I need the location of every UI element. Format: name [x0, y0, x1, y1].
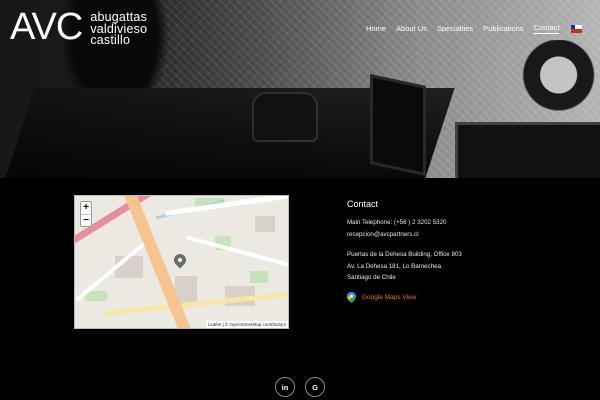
zoom-in-button[interactable]: + [81, 202, 91, 214]
google-icon[interactable]: G [305, 377, 325, 397]
logo-line: castillo [90, 33, 131, 47]
zoom-out-button[interactable]: − [81, 214, 91, 226]
location-map[interactable]: + − Leaflet | © OpenStreetMap contributo… [74, 195, 289, 329]
google-maps-link[interactable]: Google Maps View [347, 291, 587, 303]
logo-mark: AVC [10, 6, 83, 48]
contact-section: Contact Main Telephone: (+56 ) 2 3202 53… [347, 199, 587, 303]
contact-title: Contact [347, 199, 379, 209]
site-logo[interactable]: AVC abugattas valdivieso castillo [10, 6, 147, 48]
address-line: Santiago de Chile [347, 274, 396, 281]
social-links: in G [0, 377, 600, 397]
contact-email[interactable]: recepcion@avcpartners.cl [347, 229, 587, 241]
google-maps-label: Google Maps View [362, 293, 417, 301]
nav-publications[interactable]: Publications [483, 24, 523, 33]
nav-specialties[interactable]: Specialties [437, 24, 473, 33]
map-pin-icon [347, 291, 356, 303]
map-marker-icon[interactable] [171, 251, 189, 269]
address-line: Av. La Dehesa 181, Lo Barnechea [347, 262, 442, 270]
logo-wordmark: abugattas valdivieso castillo [90, 11, 147, 47]
address-line: Puertas de la Dehesa Building, Office 80… [347, 251, 462, 258]
main-nav: Home About Us Specialties Publications C… [366, 23, 583, 34]
linkedin-icon[interactable]: in [275, 377, 295, 397]
contact-phone: Main Telephone: (+56 ) 2 3202 5320 [347, 219, 447, 226]
nav-home[interactable]: Home [366, 24, 386, 33]
nav-contact[interactable]: Contact [533, 23, 560, 34]
chile-flag-icon[interactable] [571, 24, 583, 33]
map-zoom-control: + − [80, 201, 92, 227]
nav-about-us[interactable]: About Us [396, 24, 427, 33]
map-attribution[interactable]: Leaflet | © OpenStreetMap contributors [205, 321, 288, 328]
